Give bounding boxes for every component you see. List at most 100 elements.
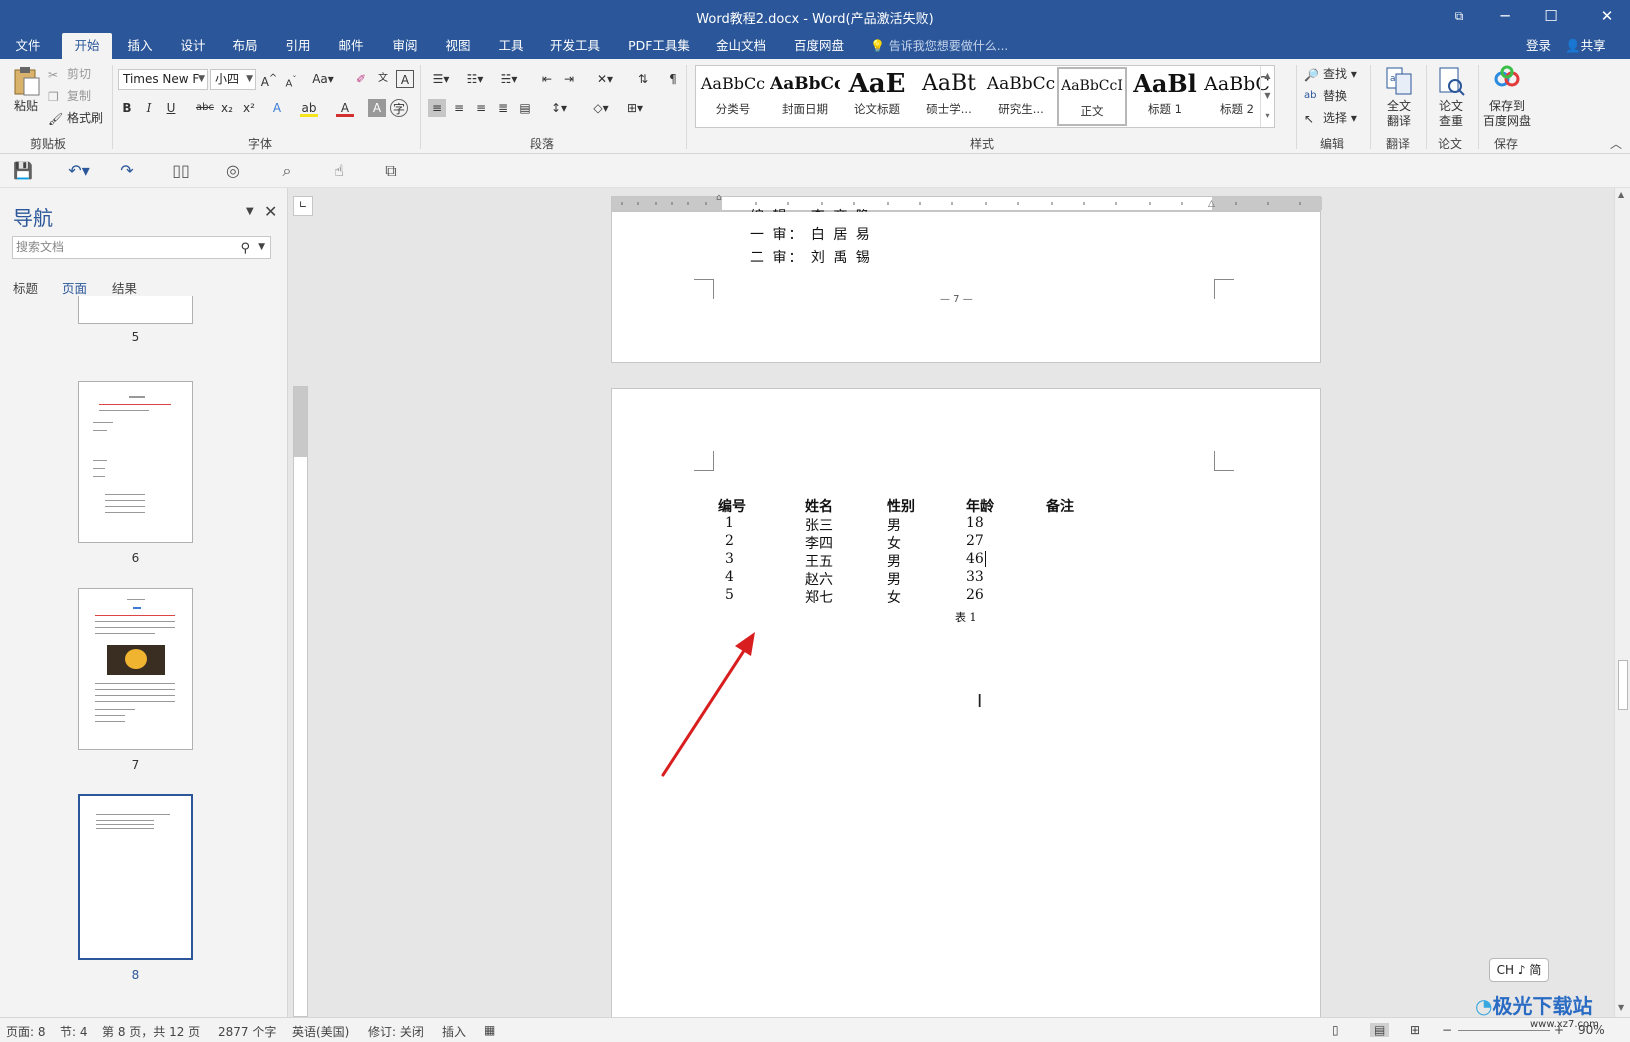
scroll-down-icon[interactable]: ▼ — [1618, 1003, 1624, 1012]
style-master[interactable]: AaBt 硕士学... — [914, 67, 984, 126]
web-icon[interactable]: ◎ — [222, 161, 244, 181]
find-button[interactable]: 🔎 查找 ▾ — [1304, 65, 1357, 82]
strikethrough-icon[interactable]: abc — [196, 99, 214, 117]
tab-developer[interactable]: 开发工具 — [542, 33, 608, 59]
enclose-char-icon[interactable]: 字 — [390, 99, 408, 117]
font-size-combo[interactable]: 小四 ▼ — [210, 69, 256, 90]
line-spacing-icon[interactable]: ↕▾ — [546, 99, 572, 117]
format-painter-button[interactable]: 🖌 格式刷 — [48, 109, 103, 126]
tab-review[interactable]: 审阅 — [381, 33, 429, 59]
login-link[interactable]: 登录 — [1526, 33, 1551, 59]
scroll-thumb[interactable] — [1618, 660, 1628, 710]
gallery-scroll[interactable]: ▲ ▼ ▾ — [1260, 66, 1274, 127]
text-effects-icon[interactable]: A — [268, 99, 286, 117]
increase-indent-icon[interactable]: ⇥ — [560, 70, 578, 88]
sort-icon[interactable]: ⇅ — [634, 70, 652, 88]
print-layout-view-icon[interactable]: ▤ — [1370, 1023, 1390, 1037]
tab-tools[interactable]: 工具 — [487, 33, 535, 59]
grow-font-icon[interactable]: A^ — [260, 70, 278, 89]
superscript-icon[interactable]: x² — [240, 99, 258, 117]
show-marks-icon[interactable]: ¶ — [664, 70, 682, 88]
page-7[interactable]: 编 辑： 李 商 隐 一 审： 白 居 易 二 审： 刘 禹 锡 — 7 — — [611, 209, 1321, 363]
replace-button[interactable]: ab 替换 — [1304, 87, 1347, 104]
multilevel-list-icon[interactable]: ☵▾ — [496, 70, 522, 88]
close-button[interactable]: ✕ — [1584, 0, 1630, 33]
status-section[interactable]: 节: 4 — [60, 1023, 88, 1040]
asian-layout-icon[interactable]: ✕▾ — [592, 70, 618, 88]
read-mode-view-icon[interactable]: ▯ — [1332, 1023, 1339, 1037]
style-normal[interactable]: AaBbCcI 正文 — [1057, 67, 1127, 126]
clear-format-icon[interactable]: ✐ — [352, 70, 370, 88]
status-page-of[interactable]: 第 8 页，共 12 页 — [102, 1023, 200, 1040]
full-translate-button[interactable]: a 全文 翻译 — [1376, 65, 1422, 129]
status-track-changes[interactable]: 修订: 关闭 — [368, 1023, 424, 1040]
tab-mailings[interactable]: 邮件 — [327, 33, 375, 59]
align-center-icon[interactable]: ≡ — [450, 99, 468, 117]
font-color-icon[interactable]: A — [336, 99, 354, 117]
search-icon[interactable]: ⚲ — [240, 238, 250, 259]
maximize-button[interactable]: ☐ — [1528, 0, 1574, 33]
shading-icon[interactable]: ◇▾ — [588, 99, 614, 117]
tab-home[interactable]: 开始 — [62, 33, 112, 59]
tab-baidu-pan[interactable]: 百度网盘 — [786, 33, 852, 59]
print-preview-icon[interactable]: ⌕ — [276, 161, 298, 181]
tab-references[interactable]: 引用 — [274, 33, 322, 59]
nav-search-input[interactable]: 搜索文档 ⚲ ▼ — [12, 236, 271, 259]
save-to-baidu-button[interactable]: 保存到 百度网盘 — [1480, 65, 1534, 129]
tab-design[interactable]: 设计 — [168, 33, 218, 59]
tell-me-box[interactable]: 💡 告诉我您想要做什么... — [870, 33, 1008, 59]
borders-icon[interactable]: ⊞▾ — [622, 99, 648, 117]
cut-button[interactable]: ✂ 剪切 — [48, 65, 91, 82]
tab-file[interactable]: 文件 — [4, 33, 52, 59]
bold-icon[interactable]: B — [118, 99, 136, 117]
close-icon[interactable]: ✕ — [264, 202, 277, 221]
touch-mode-icon[interactable]: ☝ — [328, 161, 350, 181]
chevron-down-icon[interactable]: ▼ — [246, 206, 254, 217]
page-thumbnail-7[interactable] — [78, 588, 193, 750]
vertical-scrollbar[interactable]: ▲ ▼ — [1614, 188, 1630, 1017]
justify-icon[interactable]: ≣ — [494, 99, 512, 117]
share-button[interactable]: 👤共享 — [1565, 33, 1606, 59]
collapse-ribbon-icon[interactable]: ︿ — [1610, 135, 1622, 152]
undo-icon[interactable]: ↶▾ — [64, 161, 94, 181]
tab-kingsoft-docs[interactable]: 金山文档 — [708, 33, 774, 59]
page-thumbnail-6[interactable] — [78, 381, 193, 543]
italic-icon[interactable]: I — [140, 99, 158, 117]
table-cell[interactable]: 46 — [966, 551, 986, 567]
tab-insert[interactable]: 插入 — [116, 33, 164, 59]
align-right-icon[interactable]: ≡ — [472, 99, 490, 117]
status-insert-mode[interactable]: 插入 — [442, 1023, 466, 1040]
bullets-icon[interactable]: ☰▾ — [428, 70, 454, 88]
ribbon-display-icon[interactable]: ⧉ — [1436, 0, 1482, 33]
font-name-combo[interactable]: Times New F ▼ — [118, 69, 208, 90]
underline-icon[interactable]: U — [162, 99, 180, 117]
page-thumbnail-5[interactable] — [78, 296, 193, 324]
style-heading-1[interactable]: AaBl 标题 1 — [1130, 67, 1200, 126]
tab-layout[interactable]: 布局 — [221, 33, 269, 59]
nav-tab-results[interactable]: 结果 — [112, 278, 137, 297]
vertical-ruler[interactable] — [293, 386, 308, 1017]
tab-selector[interactable]: ∟ — [293, 196, 313, 216]
tab-pdf-tools[interactable]: PDF工具集 — [620, 33, 698, 59]
paste-button[interactable]: 粘贴 — [8, 65, 44, 114]
style-classification[interactable]: AaBbCc 分类号 — [698, 67, 768, 126]
char-border-icon[interactable]: A — [396, 70, 414, 88]
tab-view[interactable]: 视图 — [434, 33, 482, 59]
decrease-indent-icon[interactable]: ⇤ — [538, 70, 556, 88]
status-words[interactable]: 2877 个字 — [218, 1023, 276, 1040]
highlight-icon[interactable]: ab — [300, 99, 318, 117]
macro-icon[interactable]: ▦ — [484, 1023, 495, 1037]
status-page[interactable]: 页面: 8 — [6, 1023, 46, 1040]
customize-icon[interactable]: ⧉ — [380, 161, 402, 181]
minimize-button[interactable]: ─ — [1482, 0, 1528, 33]
numbering-icon[interactable]: ☷▾ — [462, 70, 488, 88]
nav-tab-pages[interactable]: 页面 — [62, 278, 87, 297]
subscript-icon[interactable]: x₂ — [218, 99, 236, 117]
char-shading-icon[interactable]: A — [368, 99, 386, 117]
copy-button[interactable]: ❐ 复制 — [48, 87, 91, 104]
scroll-up-icon[interactable]: ▲ — [1618, 190, 1624, 199]
ime-indicator[interactable]: CH ♪ 简 — [1489, 958, 1549, 982]
horizontal-ruler[interactable]: ⌂ △ — [611, 193, 1322, 211]
shrink-font-icon[interactable]: Aˇ — [282, 70, 300, 89]
phonetic-guide-icon[interactable]: 文 — [374, 70, 392, 88]
